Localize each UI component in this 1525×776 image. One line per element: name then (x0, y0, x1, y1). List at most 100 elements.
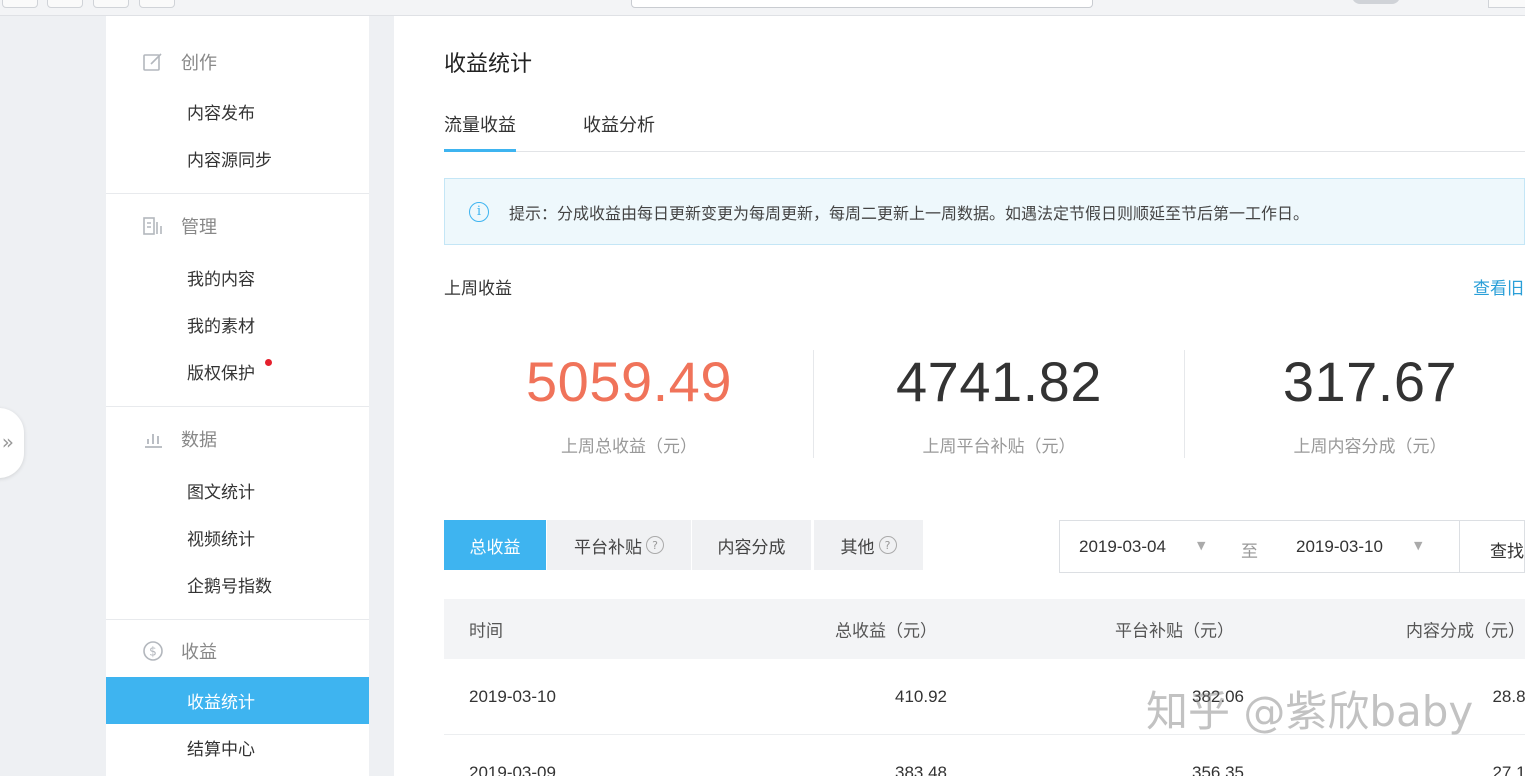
sidebar-item-article-stats[interactable]: 图文统计 (106, 467, 369, 514)
cell-date: 2019-03-09 (469, 762, 556, 776)
sidebar-item-video-stats[interactable]: 视频统计 (106, 514, 369, 561)
stat-content-share: 317.67 上周内容分成（元） (1185, 350, 1525, 457)
filter-label: 总收益 (469, 537, 521, 558)
stat-value: 5059.49 (526, 350, 732, 413)
sidebar-group-revenue: $ 收益 收益统计 结算中心 (106, 620, 369, 776)
sidebar-item-my-content[interactable]: 我的内容 (106, 254, 369, 301)
sidebar-group-label: 收益 (181, 641, 217, 663)
tab-bar: 流量收益 收益分析 (444, 111, 1525, 152)
filter-label: 内容分成 (717, 537, 786, 558)
info-icon: i (469, 201, 489, 222)
sidebar-item-label: 我的内容 (187, 270, 255, 290)
notice-banner: i 提示：分成收益由每日更新变更为每周更新，每周二更新上一周数据。如遇法定节假日… (444, 178, 1525, 245)
browser-toggle[interactable] (1352, 0, 1400, 4)
sidebar-item-label: 结算中心 (187, 740, 255, 760)
filter-label: 平台补贴 (574, 537, 642, 558)
sidebar-group-label: 创作 (181, 53, 217, 74)
sidebar-group-header: 数据 (106, 407, 369, 467)
cell-total: 383.48 (895, 762, 947, 776)
browser-button[interactable] (139, 0, 175, 8)
sidebar-item-penguin-index[interactable]: 企鹅号指数 (106, 561, 369, 608)
sidebar: 创作 内容发布 内容源同步 管理 我的内容 我的素材 版权保护 数据 图文统计 … (106, 16, 369, 776)
svg-text:$: $ (149, 644, 157, 658)
sidebar-item-label: 版权保护 (187, 364, 255, 384)
column-header-date: 时间 (469, 621, 503, 642)
sidebar-item-label: 内容源同步 (187, 151, 272, 171)
sidebar-group-label: 管理 (181, 217, 217, 238)
watermark: 知乎 @紫欣baby (1146, 687, 1474, 736)
cell-share: 28.86 (1492, 686, 1525, 706)
edit-icon (142, 51, 164, 73)
filter-total-revenue[interactable]: 总收益 (444, 520, 546, 570)
bar-chart-icon (142, 428, 164, 450)
sidebar-group-data: 数据 图文统计 视频统计 企鹅号指数 (106, 407, 369, 620)
double-chevron-right-icon: » (1, 430, 14, 454)
date-range-picker: 2019-03-04 ▼ 至 2019-03-10 ▼ 查找 (1059, 520, 1525, 573)
chevron-down-icon[interactable]: ▼ (1414, 539, 1422, 552)
page-title: 收益统计 (444, 52, 533, 77)
sidebar-item-content-publish[interactable]: 内容发布 (106, 88, 369, 135)
section-label: 上周收益 (444, 279, 512, 299)
filter-label: 其他 (840, 537, 875, 558)
sidebar-group-create: 创作 内容发布 内容源同步 (106, 16, 369, 194)
help-icon[interactable]: ? (646, 536, 664, 554)
filter-other[interactable]: 其他? (814, 520, 923, 570)
filter-platform-subsidy[interactable]: 平台补贴? (547, 520, 691, 570)
sidebar-item-label: 企鹅号指数 (187, 577, 272, 597)
browser-button[interactable] (1488, 0, 1525, 8)
column-header-share: 内容分成（元） (1406, 621, 1525, 642)
cell-share: 27.13 (1492, 762, 1525, 776)
browser-toolbar (0, 0, 1525, 16)
stat-platform-subsidy: 4741.82 上周平台补贴（元） (814, 350, 1184, 457)
end-date-select[interactable]: 2019-03-10 (1296, 537, 1383, 557)
sidebar-item-label: 我的素材 (187, 317, 255, 337)
sidebar-item-label: 收益统计 (187, 693, 255, 713)
column-header-subsidy: 平台补贴（元） (1115, 621, 1234, 642)
date-separator: 至 (1241, 542, 1258, 562)
notice-text: 提示：分成收益由每日更新变更为每周更新，每周二更新上一周数据。如遇法定节假日则顺… (509, 203, 1310, 223)
search-button[interactable]: 查找 (1490, 537, 1524, 562)
tab-traffic-revenue[interactable]: 流量收益 (444, 111, 516, 152)
view-history-link[interactable]: 查看旧 (1473, 274, 1524, 299)
browser-button[interactable] (2, 0, 38, 8)
stat-value: 317.67 (1282, 350, 1458, 413)
sidebar-item-label: 内容发布 (187, 104, 255, 124)
sidebar-item-label: 图文统计 (187, 483, 255, 503)
main-panel: 收益统计 流量收益 收益分析 i 提示：分成收益由每日更新变更为每周更新，每周二… (394, 16, 1525, 776)
sidebar-group-header: 管理 (106, 194, 369, 254)
sidebar-item-copyright[interactable]: 版权保护 (106, 348, 369, 395)
manage-icon (142, 215, 164, 237)
browser-button[interactable] (93, 0, 129, 8)
stat-total-revenue: 5059.49 上周总收益（元） (444, 350, 814, 457)
sidebar-item-my-materials[interactable]: 我的素材 (106, 301, 369, 348)
start-date-select[interactable]: 2019-03-04 (1079, 537, 1166, 557)
column-header-total: 总收益（元） (835, 621, 937, 642)
dollar-icon: $ (142, 640, 164, 662)
help-icon[interactable]: ? (878, 536, 897, 554)
browser-button[interactable] (47, 0, 83, 8)
divider (1459, 521, 1460, 572)
address-bar[interactable] (631, 0, 1093, 8)
sidebar-expand-toggle[interactable]: » (0, 408, 24, 478)
sidebar-group-label: 数据 (181, 430, 217, 451)
cell-date: 2019-03-10 (469, 686, 556, 706)
stat-label: 上周内容分成（元） (1293, 437, 1447, 457)
sidebar-item-settlement[interactable]: 结算中心 (106, 724, 369, 771)
stat-label: 上周总收益（元） (561, 437, 697, 457)
chevron-down-icon[interactable]: ▼ (1197, 539, 1205, 552)
sidebar-item-content-sync[interactable]: 内容源同步 (106, 135, 369, 182)
tab-revenue-analysis[interactable]: 收益分析 (583, 111, 655, 152)
sidebar-group-manage: 管理 我的内容 我的素材 版权保护 (106, 194, 369, 407)
sidebar-item-revenue-stats[interactable]: 收益统计 (106, 677, 369, 724)
sidebar-group-header: 创作 (106, 16, 369, 88)
cell-subsidy: 356.35 (1192, 762, 1244, 776)
table-header: 时间 总收益（元） 平台补贴（元） 内容分成（元） (444, 599, 1525, 659)
table-row: 2019-03-09 383.48 356.35 27.13 (444, 735, 1525, 776)
filter-content-share[interactable]: 内容分成 (692, 520, 811, 570)
stat-value: 4741.82 (896, 350, 1102, 413)
stat-label: 上周平台补贴（元） (922, 437, 1076, 457)
sidebar-item-label: 视频统计 (187, 530, 255, 550)
sidebar-group-header: $ 收益 (106, 620, 369, 677)
cell-total: 410.92 (895, 686, 947, 706)
red-dot-badge (265, 359, 272, 366)
